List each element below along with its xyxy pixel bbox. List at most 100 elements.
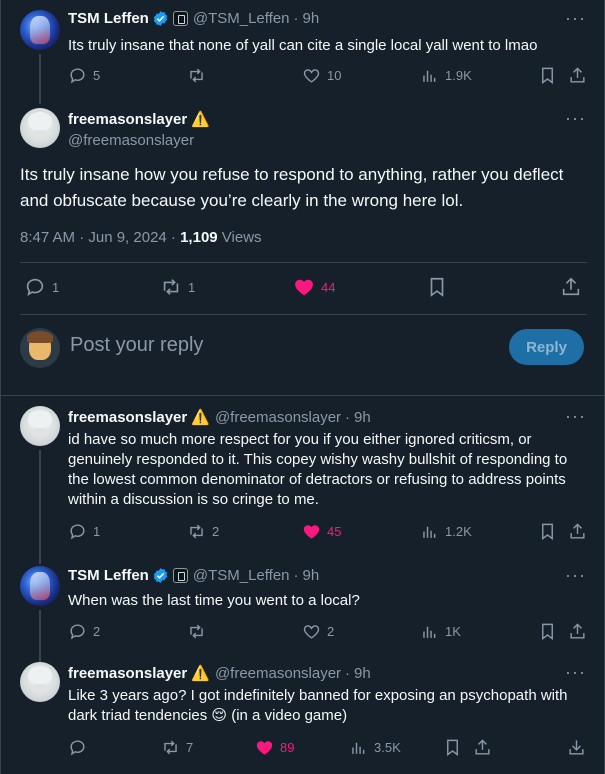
bookmark-button[interactable] — [538, 66, 557, 85]
share-button[interactable] — [568, 622, 587, 641]
reply-input[interactable]: Post your reply — [70, 334, 203, 357]
avatar[interactable] — [20, 10, 60, 50]
post-time[interactable]: 9h — [303, 567, 320, 584]
bookmark-button[interactable] — [538, 522, 557, 541]
bookmark-icon — [430, 277, 444, 297]
retweet-button[interactable]: 7 — [161, 738, 193, 757]
share-button[interactable] — [560, 276, 582, 298]
warning-icon: ⚠️ — [191, 665, 210, 682]
display-name[interactable]: freemasonslayer — [68, 111, 187, 128]
my-avatar[interactable] — [20, 328, 60, 368]
like-button[interactable]: 10 — [302, 66, 341, 85]
reply-button[interactable] — [68, 738, 93, 757]
display-name[interactable]: freemasonslayer — [68, 409, 187, 426]
download-icon — [569, 740, 584, 755]
handle[interactable]: @TSM_Leffen — [193, 10, 290, 27]
affiliate-badge-icon[interactable] — [172, 11, 188, 26]
retweet-button[interactable] — [187, 66, 212, 85]
verified-icon — [153, 568, 168, 583]
bookmark-icon — [542, 523, 553, 541]
views-count: 1.9K — [445, 68, 472, 83]
bookmark-icon — [542, 67, 553, 85]
retweet-button[interactable]: 1 — [160, 276, 195, 298]
divider — [20, 314, 587, 315]
like-count: 45 — [327, 524, 342, 539]
avatar[interactable] — [20, 662, 60, 702]
retweet-icon — [164, 740, 177, 755]
more-icon[interactable]: ··· — [565, 406, 586, 427]
reply-button[interactable]: 5 — [68, 66, 100, 85]
views-button[interactable]: 1K — [420, 622, 461, 641]
analytics-icon — [423, 626, 436, 638]
views-button[interactable]: 3.5K — [349, 738, 401, 757]
like-button[interactable]: 44 — [293, 276, 335, 298]
share-icon — [570, 67, 585, 83]
reply-count: 2 — [93, 624, 101, 639]
retweet-button[interactable]: 2 — [187, 522, 219, 541]
verified-icon — [153, 11, 168, 26]
share-button[interactable] — [568, 522, 587, 541]
tweet-header: TSM Leffen @TSM_Leffen · 9h — [68, 567, 319, 584]
like-count: 2 — [327, 624, 335, 639]
analytics-icon — [423, 526, 436, 538]
reply-submit-button[interactable]: Reply — [509, 329, 584, 365]
thread-line — [39, 450, 41, 564]
handle[interactable]: @freemasonslayer — [215, 409, 341, 426]
divider — [20, 262, 587, 263]
post-time[interactable]: 9h — [354, 409, 371, 426]
share-button[interactable] — [568, 66, 587, 85]
like-count: 89 — [280, 740, 295, 755]
reply-button[interactable]: 1 — [24, 276, 59, 298]
heart-icon — [303, 69, 320, 83]
avatar[interactable] — [20, 566, 60, 606]
reply-count: 1 — [52, 279, 60, 295]
reply-icon — [70, 740, 85, 756]
tweet-header: freemasonslayer ⚠️ — [68, 110, 210, 129]
separator: · — [293, 10, 299, 27]
tweet-text: When was the last time you went to a loc… — [68, 592, 360, 609]
more-icon[interactable]: ··· — [565, 662, 586, 683]
tweet-actions: 2 2 1K — [1, 622, 605, 642]
reply-button[interactable]: 2 — [68, 622, 100, 641]
download-button[interactable] — [567, 738, 586, 757]
share-icon — [570, 523, 585, 539]
display-name[interactable]: TSM Leffen — [68, 567, 149, 584]
retweet-count: 1 — [188, 279, 196, 295]
like-button[interactable]: 45 — [302, 522, 341, 541]
separator: · — [293, 567, 299, 584]
more-icon[interactable]: ··· — [565, 108, 586, 129]
like-count: 10 — [327, 68, 342, 83]
bookmark-button[interactable] — [426, 276, 448, 298]
more-icon[interactable]: ··· — [565, 565, 586, 586]
avatar[interactable] — [20, 406, 60, 446]
reply-button[interactable]: 1 — [68, 522, 100, 541]
handle[interactable]: @TSM_Leffen — [193, 567, 290, 584]
share-button[interactable] — [473, 738, 492, 757]
bookmark-button[interactable] — [538, 622, 557, 641]
like-button[interactable]: 89 — [255, 738, 294, 757]
reply-icon — [70, 524, 85, 540]
share-icon — [475, 739, 490, 755]
handle[interactable]: @freemasonslayer — [68, 132, 194, 149]
retweet-count: 2 — [212, 524, 220, 539]
affiliate-badge-icon[interactable] — [172, 568, 188, 583]
display-name[interactable]: TSM Leffen — [68, 10, 149, 27]
more-icon[interactable]: ··· — [565, 8, 586, 29]
like-button[interactable]: 2 — [302, 622, 334, 641]
avatar[interactable] — [20, 108, 60, 148]
bookmark-button[interactable] — [443, 738, 462, 757]
retweet-button[interactable] — [187, 622, 212, 641]
retweet-icon — [190, 524, 203, 539]
handle[interactable]: @freemasonslayer — [215, 665, 341, 682]
post-time[interactable]: 9h — [303, 10, 320, 27]
timestamp[interactable]: 8:47 AM · Jun 9, 2024 · — [20, 229, 180, 246]
heart-icon — [256, 741, 273, 755]
reply-icon — [26, 278, 44, 297]
display-name[interactable]: freemasonslayer — [68, 665, 187, 682]
views-button[interactable]: 1.2K — [420, 522, 472, 541]
views-button[interactable]: 1.9K — [420, 66, 472, 85]
views-count: 1,109 — [180, 229, 218, 246]
separator: · — [345, 664, 351, 682]
tweet-handle-row: @freemasonslayer — [68, 132, 194, 149]
post-time[interactable]: 9h — [354, 665, 371, 682]
